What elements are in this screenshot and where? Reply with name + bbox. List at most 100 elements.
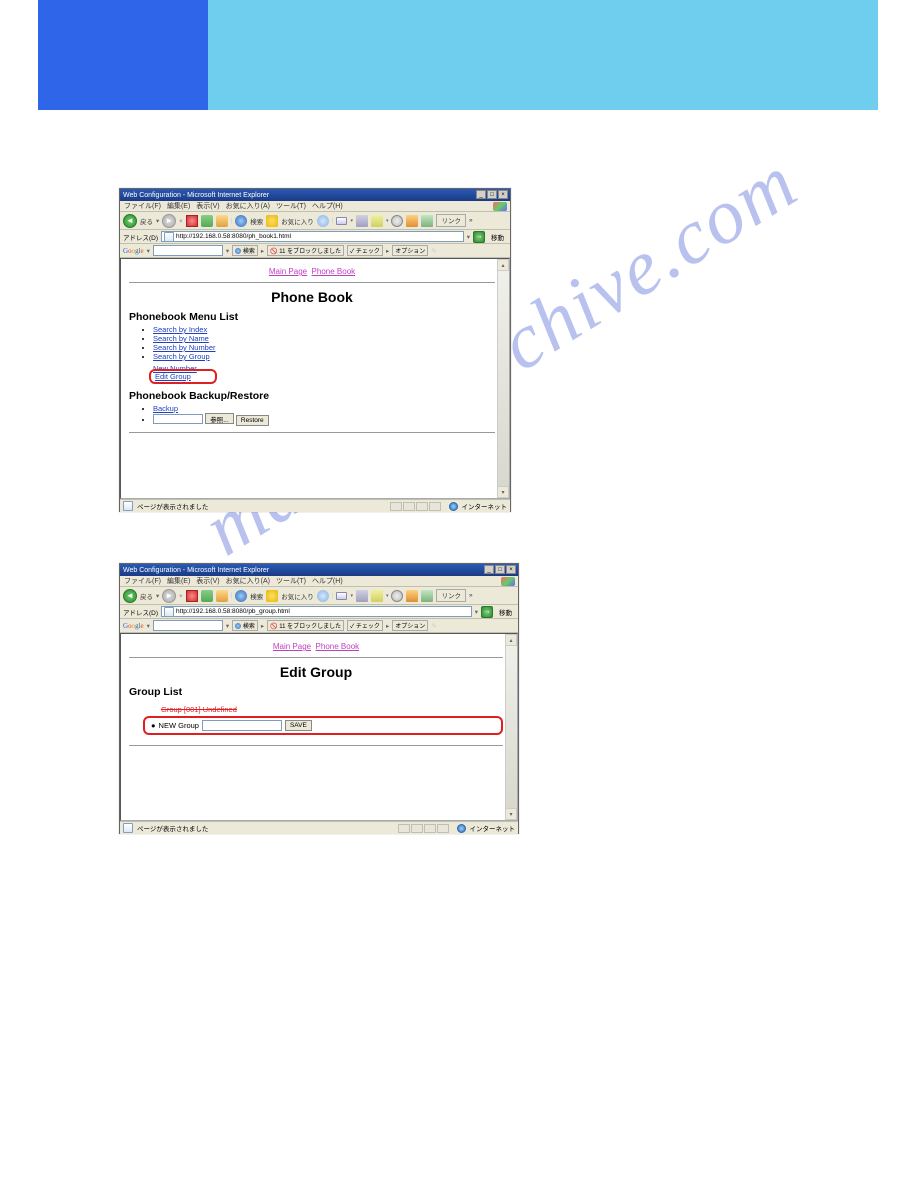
link-search-index[interactable]: Search by Index xyxy=(153,325,207,334)
google-logo-2: Google xyxy=(123,622,144,630)
scroll-down-icon-2[interactable]: ▾ xyxy=(505,808,517,820)
scroll-thumb[interactable] xyxy=(497,271,509,486)
search-icon-2[interactable] xyxy=(235,590,247,602)
search-label: 検索 xyxy=(250,216,263,226)
window-controls: _ □ × xyxy=(476,190,508,199)
stop-button[interactable] xyxy=(186,215,198,227)
scrollbar[interactable]: ▴ ▾ xyxy=(497,259,509,498)
google-blocked-button-2[interactable]: 🚫 11 をブロックしました xyxy=(267,620,344,631)
address-input[interactable]: http://192.168.0.58:8080/ph_book1.html xyxy=(161,231,464,242)
edit-icon-2[interactable] xyxy=(371,590,383,602)
breadcrumb: Main Page Phone Book xyxy=(129,263,495,280)
menu-file-2[interactable]: ファイル(F) xyxy=(124,576,161,586)
browse-button[interactable]: 参照... xyxy=(205,413,233,424)
maximize-button-2[interactable]: □ xyxy=(495,565,505,574)
menu-tools-2[interactable]: ツール(T) xyxy=(276,576,306,586)
toolbar-2: ◄ 戻る ▾ ► ▾ | 検索 お気に入り | ▾ ▾ リンク » xyxy=(120,587,518,605)
go-button[interactable]: → xyxy=(473,231,485,243)
research-icon[interactable] xyxy=(421,215,433,227)
toolbar: ◄ 戻る ▾ ► ▾ | 検索 お気に入り | ▾ ▾ リンク » xyxy=(120,212,510,230)
links-button[interactable]: リンク xyxy=(436,214,466,227)
menu-tools[interactable]: ツール(T) xyxy=(276,201,306,211)
menu-favorites-2[interactable]: お気に入り(A) xyxy=(226,576,270,586)
menu-edit-2[interactable]: 編集(E) xyxy=(167,576,190,586)
stop-button-2[interactable] xyxy=(186,590,198,602)
save-button[interactable]: SAVE xyxy=(285,720,312,731)
group-list-heading: Group List xyxy=(129,686,503,698)
maximize-button[interactable]: □ xyxy=(487,190,497,199)
google-check-button[interactable]: ✓ チェック xyxy=(347,245,383,256)
window-title-2: Web Configuration - Microsoft Internet E… xyxy=(123,567,269,574)
menu-favorites[interactable]: お気に入り(A) xyxy=(226,201,270,211)
restore-path-input[interactable] xyxy=(153,414,203,424)
history-icon[interactable] xyxy=(317,215,329,227)
google-search-button-2[interactable]: 検索 xyxy=(232,620,258,631)
messenger-icon[interactable] xyxy=(406,215,418,227)
links-button-2[interactable]: リンク xyxy=(436,589,466,602)
menu-file[interactable]: ファイル(F) xyxy=(124,201,161,211)
back-button-2[interactable]: ◄ xyxy=(123,589,137,603)
status-zone-2: インターネット xyxy=(470,823,516,833)
minimize-button-2[interactable]: _ xyxy=(484,565,494,574)
edit-icon[interactable] xyxy=(371,215,383,227)
link-search-group[interactable]: Search by Group xyxy=(153,352,210,361)
messenger-icon-2[interactable] xyxy=(406,590,418,602)
forward-button-2[interactable]: ► xyxy=(162,589,176,603)
discuss-icon[interactable] xyxy=(391,215,403,227)
menu-view-2[interactable]: 表示(V) xyxy=(196,576,219,586)
content-pane-2: Main Page Phone Book Edit Group Group Li… xyxy=(120,633,518,821)
google-option-button[interactable]: オプション xyxy=(392,245,428,256)
print-icon-2[interactable] xyxy=(356,590,368,602)
history-icon-2[interactable] xyxy=(317,590,329,602)
menu-help[interactable]: ヘルプ(H) xyxy=(312,201,343,211)
google-search-input[interactable] xyxy=(153,245,223,256)
window-controls-2: _ □ × xyxy=(484,565,516,574)
link-backup[interactable]: Backup xyxy=(153,404,178,413)
mail-icon[interactable] xyxy=(336,217,347,225)
link-edit-group[interactable]: Edit Group xyxy=(155,372,191,381)
forward-button[interactable]: ► xyxy=(162,214,176,228)
google-option-button-2[interactable]: オプション xyxy=(392,620,428,631)
google-blocked-button[interactable]: 🚫 11 をブロックしました xyxy=(267,245,344,256)
link-phone-book[interactable]: Phone Book xyxy=(312,267,356,276)
mail-icon-2[interactable] xyxy=(336,592,347,600)
refresh-icon-2[interactable] xyxy=(201,590,213,602)
favorites-icon-2[interactable] xyxy=(266,590,278,602)
refresh-icon[interactable] xyxy=(201,215,213,227)
menu-edit[interactable]: 編集(E) xyxy=(167,201,190,211)
scrollbar-2[interactable]: ▴ ▾ xyxy=(505,634,517,820)
scroll-up-icon[interactable]: ▴ xyxy=(497,259,509,271)
page-title-2: Edit Group xyxy=(129,664,503,680)
restore-button[interactable]: Restore xyxy=(236,415,269,426)
windows-flag-icon xyxy=(493,202,507,211)
minimize-button[interactable]: _ xyxy=(476,190,486,199)
scroll-up-icon-2[interactable]: ▴ xyxy=(505,634,517,646)
go-button-2[interactable]: → xyxy=(481,606,493,618)
link-main-page[interactable]: Main Page xyxy=(269,267,307,276)
link-search-number[interactable]: Search by Number xyxy=(153,343,216,352)
home-icon-2[interactable] xyxy=(216,590,228,602)
menu-help-2[interactable]: ヘルプ(H) xyxy=(312,576,343,586)
favorites-icon[interactable] xyxy=(266,215,278,227)
close-button-2[interactable]: × xyxy=(506,565,516,574)
print-icon[interactable] xyxy=(356,215,368,227)
search-icon[interactable] xyxy=(235,215,247,227)
link-main-page-2[interactable]: Main Page xyxy=(273,642,311,651)
address-input-2[interactable]: http://192.168.0.58:8080/pb_group.html xyxy=(161,606,472,617)
google-check-button-2[interactable]: ✓ チェック xyxy=(347,620,383,631)
scroll-thumb-2[interactable] xyxy=(505,646,517,808)
close-button[interactable]: × xyxy=(498,190,508,199)
research-icon-2[interactable] xyxy=(421,590,433,602)
google-search-input-2[interactable] xyxy=(153,620,223,631)
link-phone-book-2[interactable]: Phone Book xyxy=(316,642,360,651)
google-search-button[interactable]: 検索 xyxy=(232,245,258,256)
menu-view[interactable]: 表示(V) xyxy=(196,201,219,211)
scroll-down-icon[interactable]: ▾ xyxy=(497,486,509,498)
home-icon[interactable] xyxy=(216,215,228,227)
link-search-name[interactable]: Search by Name xyxy=(153,334,209,343)
google-toolbar-2: Google ▾ ▾ 検索 ▸ 🚫 11 をブロックしました ✓ チェック ▸ … xyxy=(120,619,518,633)
back-button[interactable]: ◄ xyxy=(123,214,137,228)
new-group-input[interactable] xyxy=(202,720,282,731)
highlight-new-group: ● NEW Group SAVE xyxy=(143,716,503,735)
discuss-icon-2[interactable] xyxy=(391,590,403,602)
